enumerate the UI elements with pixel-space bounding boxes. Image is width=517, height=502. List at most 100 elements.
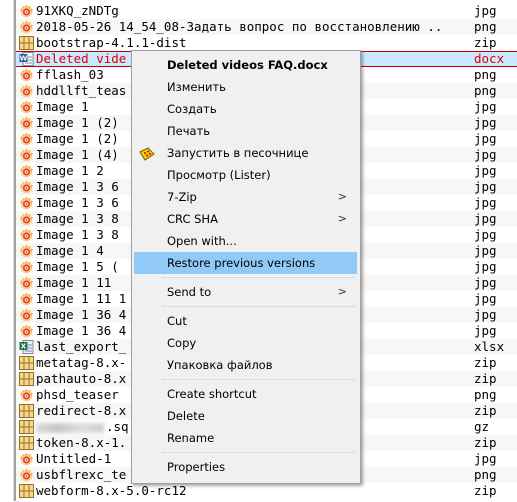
menu-item-label: Delete <box>167 409 205 423</box>
file-extension: jpg <box>474 227 497 242</box>
image-viewer-icon <box>19 324 34 338</box>
file-name-text: token-8.x-1. <box>36 435 127 450</box>
menu-item-properties[interactable]: Properties <box>134 456 357 478</box>
menu-separator <box>162 306 355 307</box>
file-name: webform-8.x-5.0-rc12 <box>36 483 187 499</box>
menu-item-7-zip[interactable]: 7-Zip > <box>134 186 357 208</box>
file-extension: jpg <box>474 115 497 130</box>
file-name: Image 1 (2) <box>36 131 119 147</box>
file-row[interactable]: webform-8.x-5.0-rc12 zip <box>16 483 517 499</box>
image-viewer-icon <box>19 116 34 130</box>
archive-icon <box>19 36 34 50</box>
image-viewer-icon <box>19 260 34 274</box>
image-viewer-icon <box>19 20 34 34</box>
redacted-text <box>36 422 104 433</box>
file-name-text: Image 1 36 4 <box>36 323 127 338</box>
file-name: Untitled-1 <box>36 451 111 467</box>
menu-item-запустить-в-песочнице[interactable]: Запустить в песочнице <box>134 142 357 164</box>
file-name-text: usbflrexc_te <box>36 467 127 482</box>
file-name-text: Image 1 11 1 <box>36 291 127 306</box>
menu-item-label: Copy <box>167 336 197 350</box>
file-name-text: Image 1 3 6 <box>36 179 119 194</box>
image-viewer-icon <box>19 276 34 290</box>
menu-item-create-shortcut[interactable]: Create shortcut <box>134 383 357 405</box>
file-name: bootstrap-4.1.1-dist <box>36 35 187 51</box>
file-name-text: webform-8.x-5.0-rc12 <box>36 483 187 498</box>
sandbox-icon <box>139 146 155 161</box>
excel-document-icon: X <box>19 340 34 354</box>
image-viewer-icon <box>19 84 34 98</box>
menu-item-label: Rename <box>167 431 215 445</box>
menu-item-copy[interactable]: Copy <box>134 332 357 354</box>
menu-item-label: Просмотр (Lister) <box>167 168 271 182</box>
file-name-text: 91XKQ_zNDTg <box>36 3 119 18</box>
file-extension: png <box>474 467 497 482</box>
menu-item-rename[interactable]: Rename <box>134 427 357 449</box>
menu-item-cut[interactable]: Cut <box>134 310 357 332</box>
file-name-text: Image 1 5 ( <box>36 259 119 274</box>
menu-item-label: Send to <box>167 285 212 299</box>
file-name: Image 1 11 1 <box>36 291 126 307</box>
file-extension: zip <box>474 403 497 418</box>
menu-item-open-with[interactable]: Open with... <box>134 230 357 252</box>
file-extension: png <box>474 67 497 82</box>
file-name-text: Image 1 <box>36 99 89 114</box>
file-name: phsd_teaser <box>36 387 119 403</box>
file-row[interactable]: bootstrap-4.1.1-dist zip <box>16 35 517 51</box>
menu-item-label: Deleted videos FAQ.docx <box>167 58 328 72</box>
file-name-text: last_export_ <box>36 339 127 354</box>
menu-separator <box>162 452 355 453</box>
image-viewer-icon <box>19 148 34 162</box>
file-name: Image 1 5 ( <box>36 259 119 275</box>
file-row[interactable]: 91XKQ_zNDTg jpg <box>16 3 517 19</box>
file-name: Image 1 3 6 <box>36 179 119 195</box>
file-name-text: Image 1 3 8 <box>36 211 119 226</box>
file-extension: jpg <box>474 147 497 162</box>
menu-item-label: Упаковка файлов <box>167 358 273 372</box>
menu-item-label: Печать <box>167 124 211 138</box>
menu-item-restore-previous-versions[interactable]: Restore previous versions <box>134 252 357 274</box>
file-name-text: Image 1 2 <box>36 163 104 178</box>
menu-item-label: Create shortcut <box>167 387 257 401</box>
menu-item-crc-sha[interactable]: CRC SHA > <box>134 208 357 230</box>
archive-icon <box>19 372 34 386</box>
file-name: hddllft_teas <box>36 83 126 99</box>
file-extension: zip <box>474 371 497 386</box>
file-extension: jpg <box>474 243 497 258</box>
file-name-text: redirect-8.x <box>36 403 127 418</box>
file-name: Image 1 3 8 <box>36 227 119 243</box>
file-name: metatag-8.x- <box>36 355 126 371</box>
menu-item-send-to[interactable]: Send to > <box>134 281 357 303</box>
file-extension: docx <box>474 51 505 66</box>
menu-item-изменить[interactable]: Изменить <box>134 76 357 98</box>
file-row[interactable]: 2018-05-26 14_54_08-Задать вопрос по вос… <box>16 19 517 35</box>
file-name: Image 1 2 <box>36 163 104 179</box>
chevron-right-icon: > <box>337 285 347 298</box>
file-extension: jpg <box>474 259 497 274</box>
image-viewer-icon <box>19 244 34 258</box>
image-viewer-icon <box>19 164 34 178</box>
file-extension: jpg <box>474 163 497 178</box>
menu-item-просмотр-lister[interactable]: Просмотр (Lister) <box>134 164 357 186</box>
archive-icon <box>19 420 34 434</box>
menu-item-печать[interactable]: Печать <box>134 120 357 142</box>
menu-item-создать[interactable]: Создать <box>134 98 357 120</box>
file-extension: jpg <box>474 3 497 18</box>
archive-icon <box>19 404 34 418</box>
file-extension: jpg <box>474 131 497 146</box>
menu-item-deleted-videos-faq-docx[interactable]: Deleted videos FAQ.docx <box>134 54 357 76</box>
file-name-text: pathauto-8.x <box>36 371 127 386</box>
image-viewer-icon <box>19 196 34 210</box>
file-name: Image 1 3 6 <box>36 195 119 211</box>
file-name-text: Image 1 4 <box>36 243 104 258</box>
menu-item-delete[interactable]: Delete <box>134 405 357 427</box>
image-viewer-icon <box>19 68 34 82</box>
file-name-text: phsd_teaser <box>36 387 119 402</box>
file-extension: jpg <box>474 99 497 114</box>
file-name: Image 1 3 8 <box>36 211 119 227</box>
file-name-text: 2018-05-26 14_54_08-Задать вопрос по вос… <box>36 19 443 34</box>
menu-item-упаковка-файлов[interactable]: Упаковка файлов <box>134 354 357 376</box>
file-name-text: bootstrap-4.1.1-dist <box>36 35 187 50</box>
context-menu: Deleted videos FAQ.docx Изменить Создать Пе… <box>131 50 361 484</box>
menu-item-label: Запустить в песочнице <box>167 146 309 160</box>
